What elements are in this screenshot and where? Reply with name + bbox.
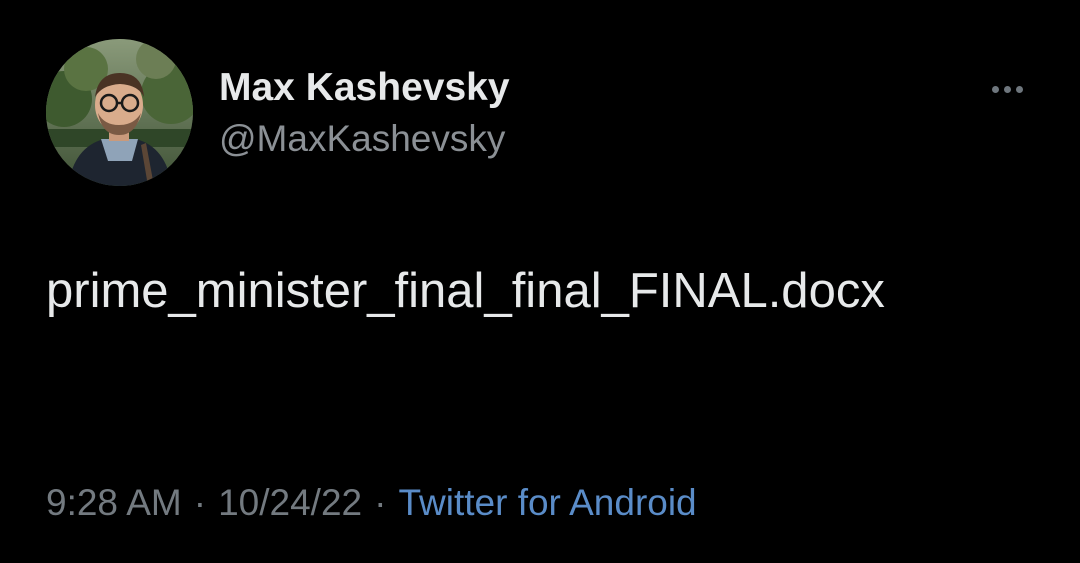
tweet-card: Max Kashevsky @MaxKashevsky prime_minist… bbox=[0, 0, 1080, 563]
tweet-date[interactable]: 10/24/22 bbox=[218, 482, 362, 523]
more-dot bbox=[1003, 85, 1011, 93]
more-dot bbox=[1015, 85, 1023, 93]
meta-separator: · bbox=[374, 482, 387, 523]
meta-separator: · bbox=[193, 482, 207, 523]
author-avatar[interactable] bbox=[46, 39, 193, 186]
tweet-text: prime_minister_final_final_FINAL.docx bbox=[46, 264, 885, 318]
more-options-icon[interactable] bbox=[982, 76, 1032, 102]
tweet-time[interactable]: 9:28 AM bbox=[46, 482, 182, 523]
tweet-source-link[interactable]: Twitter for Android bbox=[398, 482, 696, 523]
author-display-name[interactable]: Max Kashevsky bbox=[219, 64, 510, 112]
tweet-meta: 9:28 AM · 10/24/22 · Twitter for Android bbox=[46, 477, 697, 529]
more-dot bbox=[991, 85, 999, 93]
author-handle[interactable]: @MaxKashevsky bbox=[219, 116, 505, 162]
